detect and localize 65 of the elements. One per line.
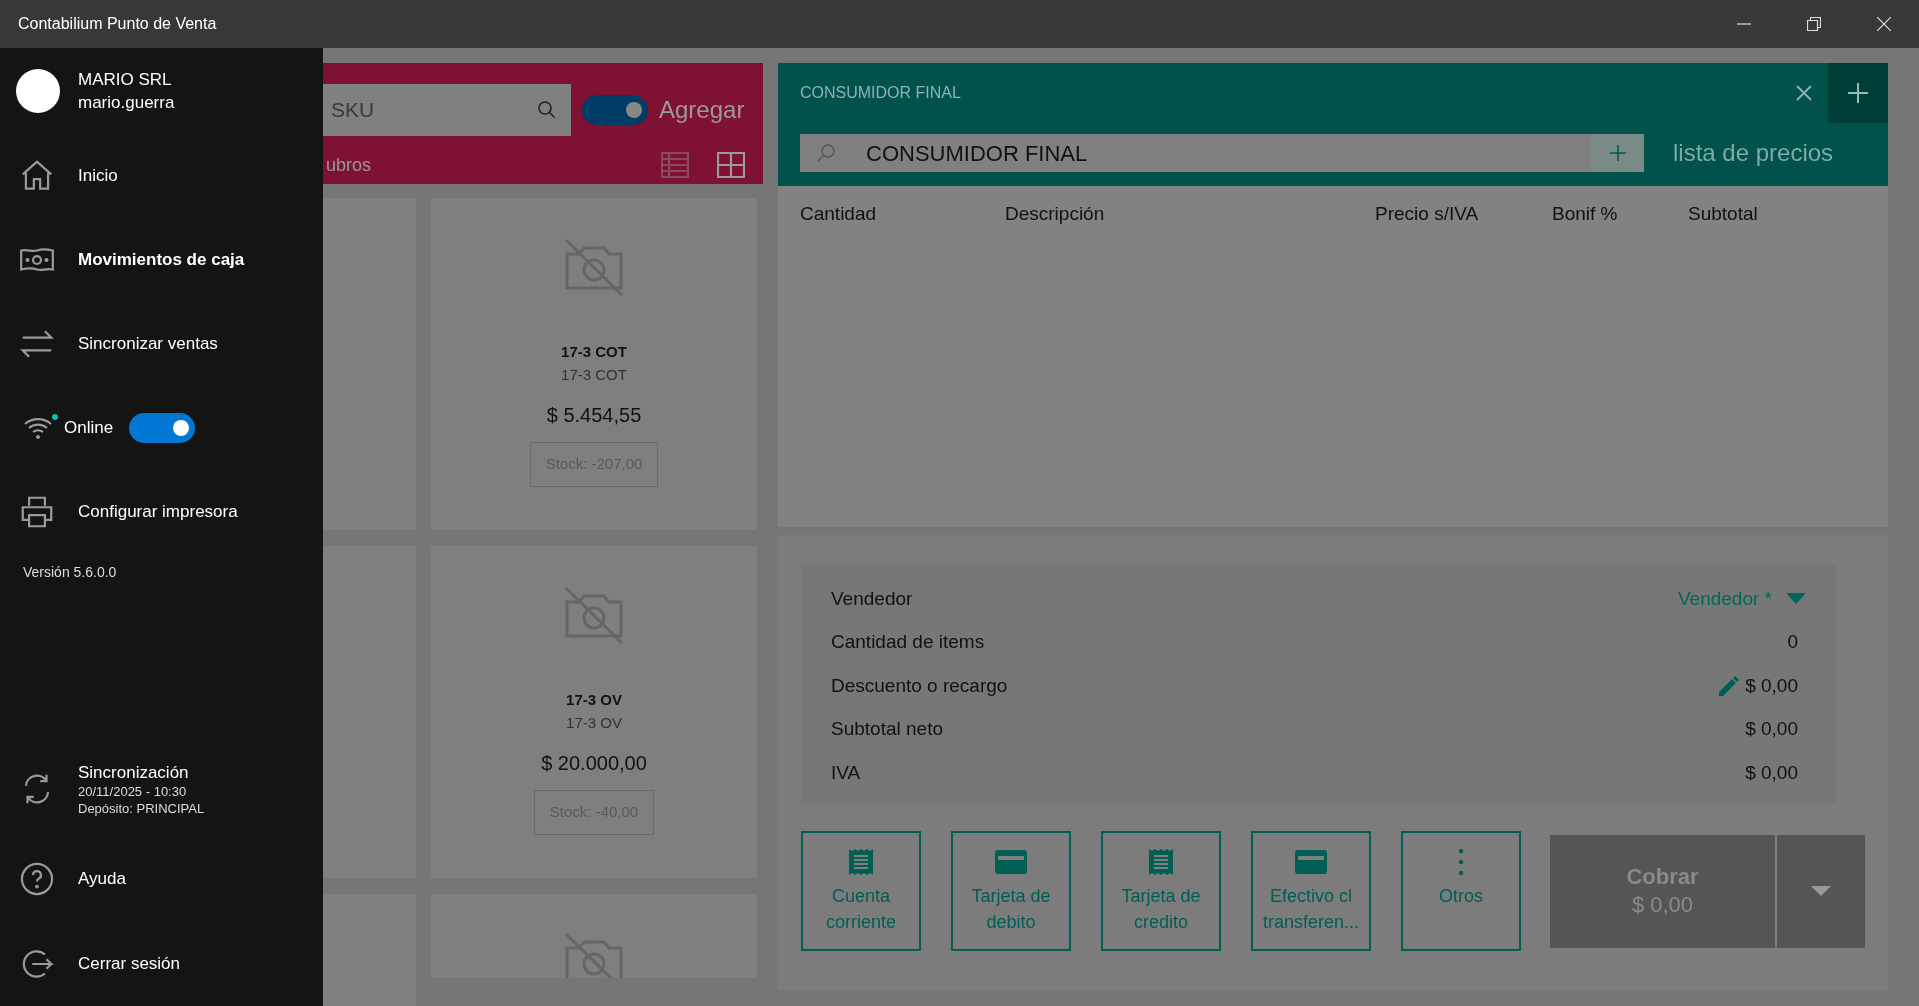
product-name: 17-3 OV [566, 690, 622, 710]
caret-icon [1786, 593, 1806, 605]
product-name: 17-3 COT [561, 342, 627, 362]
summary-value: 0 [1787, 630, 1798, 654]
customer-search-field[interactable]: CONSUMIDOR FINAL [866, 136, 1591, 170]
restore-icon[interactable] [1807, 17, 1821, 31]
add-label: Agregar [659, 95, 745, 125]
column-header: Precio s/IVA [1375, 202, 1480, 226]
search-icon [537, 100, 557, 120]
column-header: Bonif % [1552, 202, 1619, 226]
company-name: MARIO SRL [78, 69, 173, 91]
close-icon[interactable] [1796, 85, 1812, 101]
summary-value: $ 0,00 [1745, 717, 1798, 741]
toggle-switch[interactable] [582, 95, 648, 125]
toggle-switch[interactable] [129, 413, 196, 443]
column-header: Cantidad [800, 202, 878, 226]
sync-datetime: 20/11/2025 - 10:30 [78, 782, 188, 800]
online-label: Online [64, 417, 114, 440]
deposit-text: Depósito: PRINCIPAL [78, 799, 205, 817]
search-field[interactable]: SKU [331, 94, 481, 126]
caret-icon [1811, 886, 1831, 896]
menu-item[interactable]: Cerrar sesión [0, 921, 323, 1006]
receipt-icon [848, 847, 874, 877]
add-button[interactable] [1591, 134, 1644, 172]
menu-item[interactable]: Configurar impresora [0, 470, 323, 554]
menu-item[interactable]: Sincronizar ventas [0, 302, 323, 386]
price-list-link[interactable]: lista de precios [1673, 135, 1834, 171]
no-photo-icon [564, 932, 624, 978]
add-customer-button[interactable] [1828, 63, 1888, 123]
search-icon [816, 143, 836, 163]
menu-item[interactable]: Ayuda [0, 836, 323, 921]
menu-item[interactable]: Inicio [0, 134, 323, 218]
credit-card-icon [1295, 850, 1327, 874]
summary-label: Descuento o recargo [831, 673, 1008, 698]
summary-value: $ 0,00 [1745, 673, 1798, 698]
username: mario.guerra [78, 92, 175, 114]
avatar [16, 69, 60, 113]
product-price: $ 5.454,55 [546, 403, 642, 428]
search-bar[interactable]: SKU [323, 84, 571, 136]
credit-card-icon [995, 850, 1027, 874]
more-dots-icon [1458, 848, 1464, 876]
customer-search-bar[interactable]: CONSUMIDOR FINAL [800, 134, 1644, 172]
product-code: 17-3 COT [561, 364, 627, 385]
plus-icon [1609, 145, 1626, 161]
plus-icon [1848, 83, 1868, 103]
summary-label: Vendedor [831, 586, 913, 611]
product-price: $ 20.000,00 [541, 751, 647, 776]
column-header: Subtotal [1688, 202, 1759, 226]
grid-view-icon[interactable] [717, 152, 745, 178]
window-title: Contabilium Punto de Venta [17, 14, 217, 34]
column-header: Descripción [1005, 202, 1106, 226]
version-text: Versión 5.6.0.0 [23, 564, 117, 580]
sync-title: Sincronización [78, 761, 190, 783]
summary-label: IVA [831, 760, 861, 785]
category-filter[interactable]: ubros [323, 151, 372, 179]
receipt-icon [1148, 847, 1174, 877]
summary-label: Cantidad de items [831, 630, 985, 654]
no-photo-icon [564, 586, 624, 644]
summary-value: $ 0,00 [1745, 760, 1798, 785]
no-photo-icon [564, 238, 624, 296]
product-code: 17-3 OV [566, 712, 622, 733]
menu-item[interactable]: Movimientos de caja [0, 218, 323, 302]
summary-label: Subtotal neto [831, 717, 943, 741]
close-icon[interactable] [1877, 17, 1891, 31]
customer-title: CONSUMIDOR FINAL [799, 83, 961, 103]
